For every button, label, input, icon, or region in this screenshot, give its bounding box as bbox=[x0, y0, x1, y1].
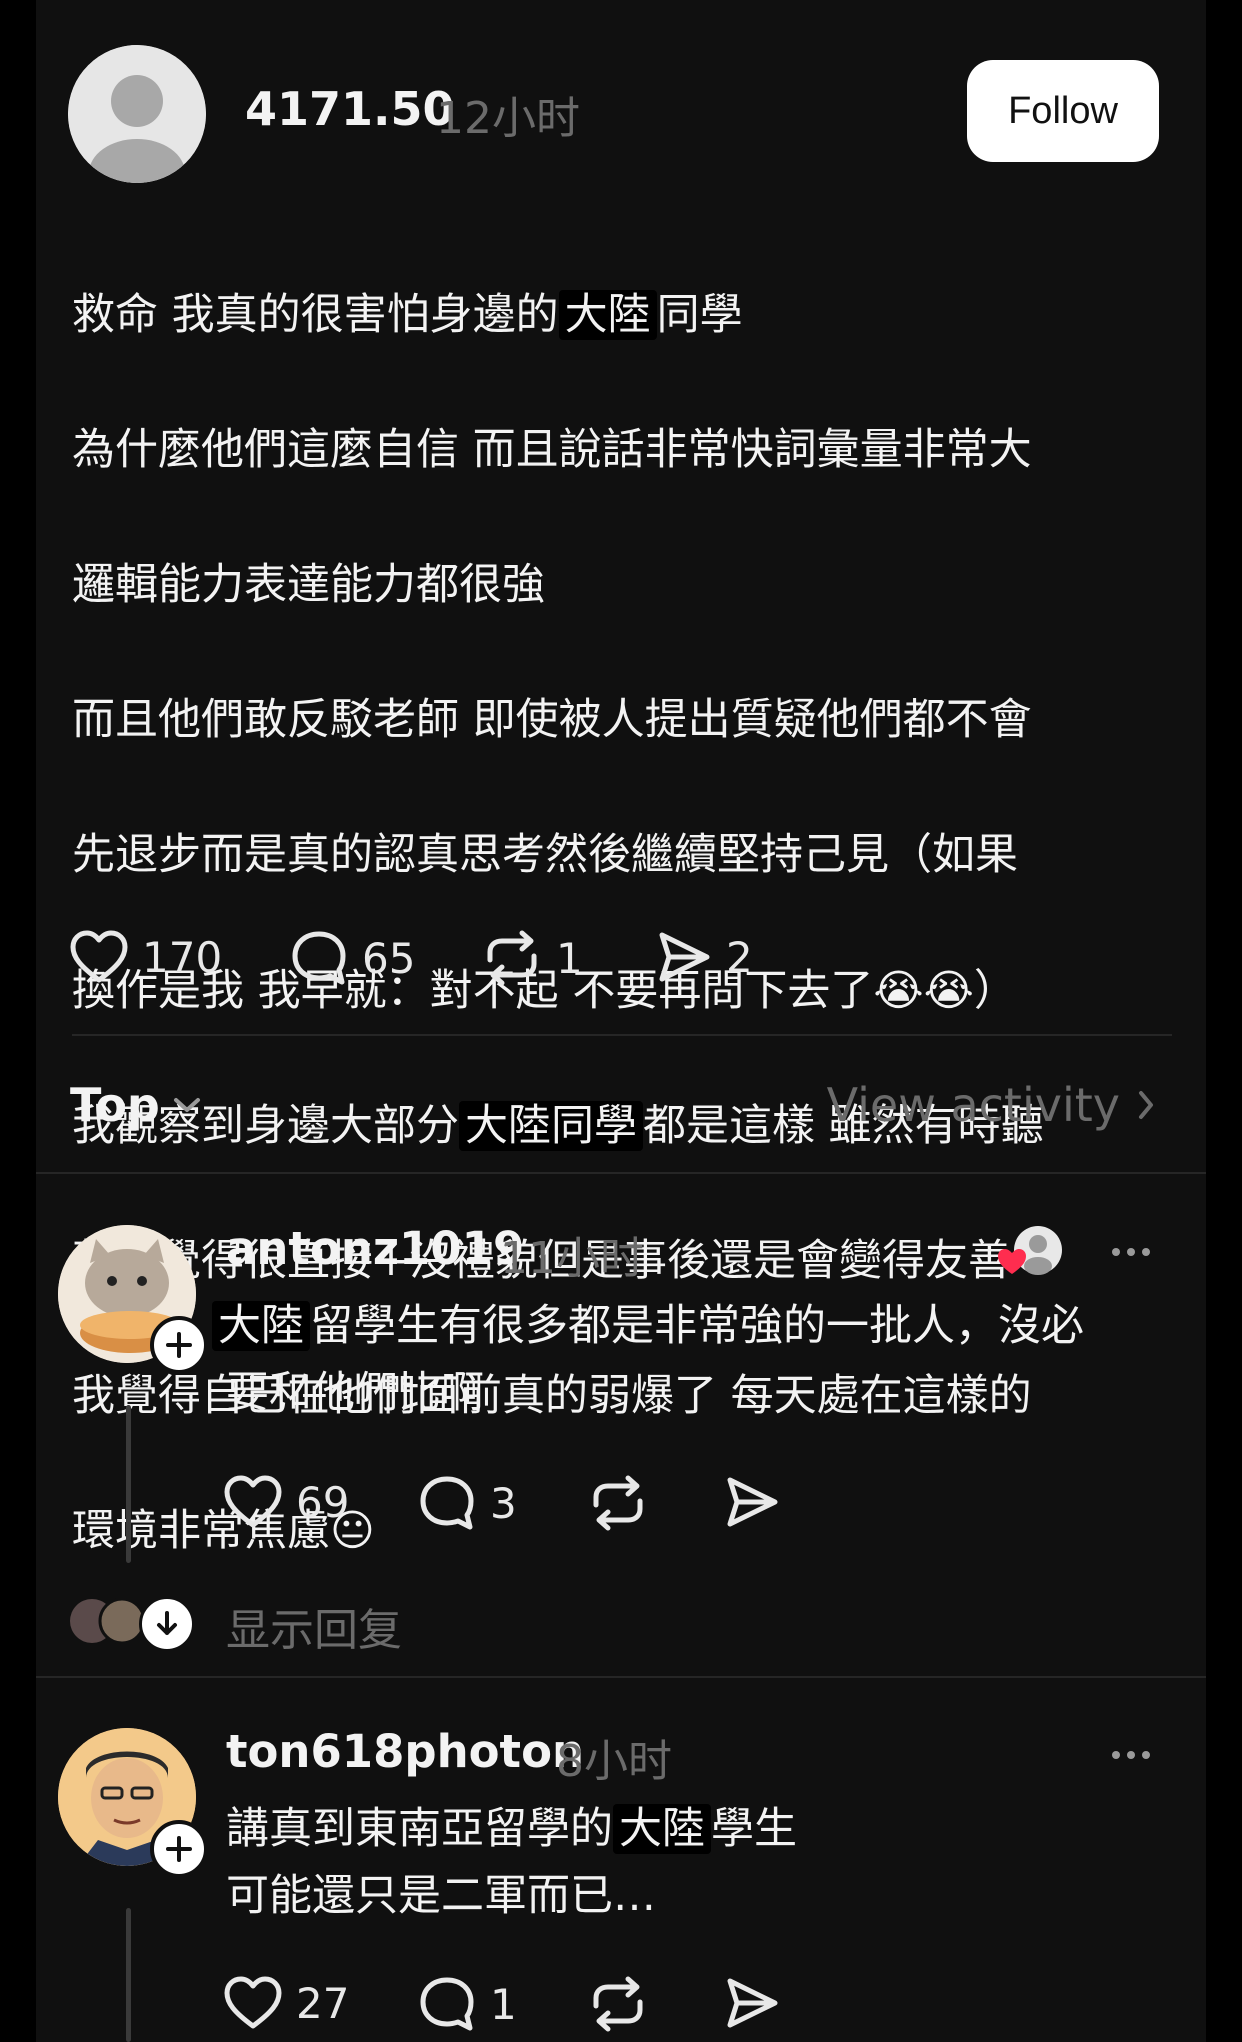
post-line: 換作是我 我早就：對不起 不要再問下去了😭😭） bbox=[72, 965, 1017, 1016]
comment-reply-button[interactable]: 1 bbox=[418, 1976, 517, 2032]
comment-text: 大陸 留學生有很多都是非常強的一批人，沒必 bbox=[212, 1293, 1182, 1360]
view-activity-link[interactable]: View activity bbox=[827, 1078, 1156, 1132]
comment-like-count: 69 bbox=[296, 1477, 350, 1527]
post-timestamp: 12小时 bbox=[436, 93, 580, 144]
divider bbox=[72, 1034, 1172, 1036]
default-user-icon bbox=[68, 45, 206, 183]
comment-text: 講真到東南亞留學的 大陸 學生 bbox=[226, 1804, 797, 1854]
divider bbox=[36, 1676, 1206, 1678]
repost-button[interactable]: 1 bbox=[482, 930, 583, 986]
post-line: 救命 我真的很害怕身邊的 大陸 同學 bbox=[72, 289, 743, 340]
plus-icon bbox=[166, 1332, 192, 1358]
comment-timestamp: 8小时 bbox=[556, 1736, 672, 1787]
repost-icon bbox=[593, 1475, 643, 1531]
sort-dropdown[interactable]: Top bbox=[70, 1078, 202, 1132]
comment-like-button[interactable]: 69 bbox=[224, 1475, 349, 1529]
more-dot bbox=[1142, 1248, 1150, 1256]
author-username[interactable]: 4171.50 bbox=[245, 82, 455, 136]
more-dot bbox=[1127, 1248, 1135, 1256]
share-count: 2 bbox=[726, 932, 753, 982]
arrow-down-icon bbox=[157, 1611, 177, 1635]
comment-count: 65 bbox=[362, 933, 416, 983]
author-avatar[interactable] bbox=[68, 45, 206, 183]
post-line: 邏輯能力表達能力都很強 bbox=[72, 559, 545, 610]
repost-icon bbox=[593, 1976, 643, 2032]
post-line: 而且他們敢反駁老師 即使被人提出質疑他們都不會 bbox=[72, 695, 1032, 746]
more-options-button[interactable] bbox=[1112, 1248, 1150, 1256]
view-activity-label: View activity bbox=[826, 1078, 1120, 1132]
follow-button[interactable]: Follow bbox=[967, 60, 1159, 162]
post-line: 先退步而是真的認真思考然後繼續堅持己見（如果 bbox=[72, 830, 1018, 881]
comment-reply-count: 1 bbox=[490, 1979, 517, 2029]
comment-repost-button[interactable] bbox=[588, 1976, 648, 2032]
comment-reply-count: 3 bbox=[490, 1478, 517, 1528]
comment-bubble-icon bbox=[292, 931, 346, 985]
share-button[interactable]: 2 bbox=[656, 930, 753, 984]
post-line: 為什麼他們這麼自信 而且說話非常快詞彙量非常大 bbox=[72, 424, 1032, 475]
like-count: 170 bbox=[142, 932, 223, 982]
follow-plus-button[interactable] bbox=[150, 1820, 208, 1878]
heart-icon bbox=[224, 1475, 282, 1528]
comment-text-line2: 要和他們比啊 bbox=[226, 1368, 484, 1418]
author-liked-indicator bbox=[994, 1222, 1064, 1282]
liked-by-author-icon bbox=[998, 1226, 1062, 1275]
comment-bubble-icon bbox=[420, 1476, 474, 1530]
comment-timestamp: 11小时 bbox=[500, 1233, 644, 1284]
more-dot bbox=[1127, 1751, 1135, 1759]
highlighted-term: 大陸 bbox=[212, 1301, 310, 1351]
chevron-down-icon bbox=[173, 1098, 200, 1112]
commenter-username[interactable]: ton618photon bbox=[226, 1725, 584, 1778]
comment-share-button[interactable] bbox=[724, 1976, 780, 2030]
send-icon bbox=[727, 1978, 778, 2028]
heart-icon bbox=[70, 930, 128, 983]
thread-line bbox=[126, 1405, 131, 1563]
comment-button[interactable]: 65 bbox=[290, 930, 415, 986]
comment-like-count: 27 bbox=[296, 1978, 350, 2028]
comment-reply-button[interactable]: 3 bbox=[418, 1475, 517, 1531]
repost-count: 1 bbox=[556, 933, 583, 983]
sort-label: Top bbox=[70, 1078, 160, 1132]
comment-like-button[interactable]: 27 bbox=[224, 1976, 349, 2030]
highlighted-term: 大陸同學 bbox=[459, 1100, 643, 1151]
comment-bubble-icon bbox=[420, 1977, 474, 2031]
comment-repost-button[interactable] bbox=[588, 1475, 648, 1531]
send-icon bbox=[659, 932, 710, 982]
more-options-button[interactable] bbox=[1112, 1751, 1150, 1759]
comment-share-button[interactable] bbox=[724, 1475, 780, 1529]
send-icon bbox=[727, 1477, 778, 1527]
commenter-username[interactable]: antonz1019 bbox=[226, 1222, 524, 1275]
more-dot bbox=[1112, 1248, 1120, 1256]
more-dot bbox=[1142, 1751, 1150, 1759]
heart-icon bbox=[224, 1976, 282, 2029]
divider bbox=[36, 1172, 1206, 1174]
comment-text-line2: 可能還只是二軍而已… bbox=[226, 1871, 656, 1921]
highlighted-term: 大陸 bbox=[558, 289, 657, 340]
repost-icon bbox=[487, 930, 537, 986]
show-replies-link[interactable]: 显示回复 bbox=[226, 1594, 402, 1658]
thread-line bbox=[126, 1908, 131, 2042]
follow-plus-button[interactable] bbox=[150, 1316, 208, 1374]
chevron-right-icon bbox=[1139, 1091, 1153, 1119]
plus-icon bbox=[166, 1836, 192, 1862]
more-dot bbox=[1112, 1751, 1120, 1759]
highlighted-term: 大陸 bbox=[613, 1804, 711, 1854]
like-button[interactable]: 170 bbox=[70, 930, 222, 984]
expand-replies-button[interactable] bbox=[139, 1596, 195, 1652]
